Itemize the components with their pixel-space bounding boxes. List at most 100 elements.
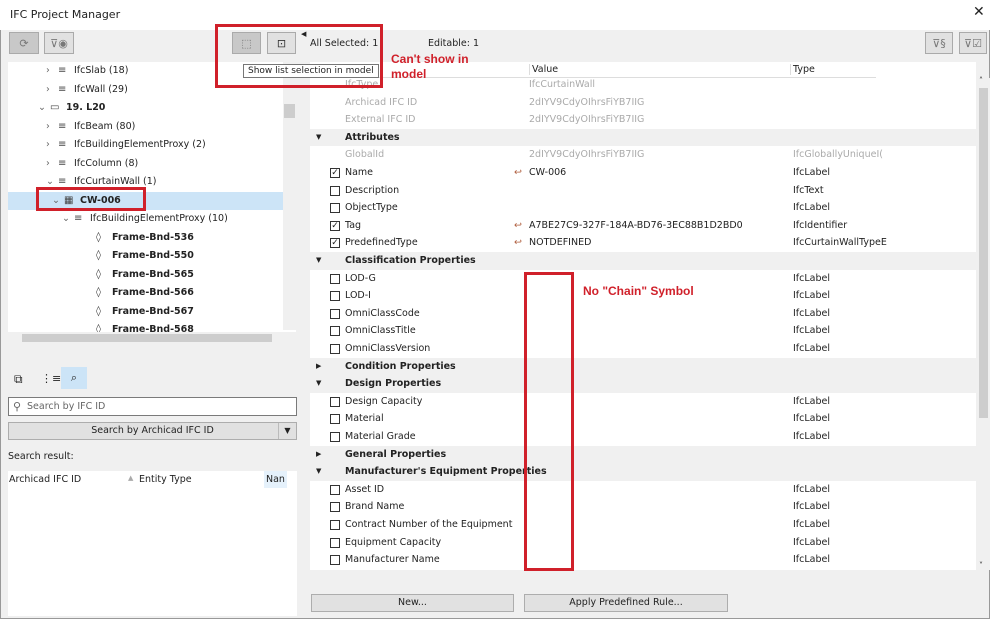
properties-hscrollbar[interactable] (310, 570, 976, 584)
tree-item[interactable]: ◊ Frame-Bnd-550 (8, 247, 284, 265)
property-row[interactable]: OmniClassTitle IfcLabel (310, 322, 976, 340)
column-archicad-ifc-id[interactable]: Archicad IFC ID (9, 474, 81, 485)
tree-item[interactable]: › ≡ IfcColumn (8) (8, 155, 284, 173)
add-icon[interactable]: ⧉ (14, 372, 23, 387)
property-checkbox[interactable]: ✓ (330, 220, 340, 231)
property-value[interactable]: CW-006 (529, 164, 566, 182)
tree-item[interactable]: ◊ Frame-Bnd-568 (8, 321, 284, 332)
dropdown-arrow-icon[interactable]: ▼ (278, 423, 296, 439)
tree-item[interactable]: › ≡ IfcBeam (80) (8, 118, 284, 136)
property-value[interactable]: 2dIYV9CdyOIhrsFiYB7IIG (529, 146, 644, 164)
tree-scrollbar[interactable] (283, 62, 296, 330)
hierarchy-icon[interactable]: ⋮≡ (41, 372, 61, 385)
expand-chevron-icon[interactable]: › (46, 155, 58, 173)
refresh-button[interactable]: ⟳ (9, 32, 39, 54)
tree-item[interactable]: ⌄ ≡ IfcBuildingElementProxy (10) (8, 210, 284, 228)
search-mode-icon[interactable]: ⌕ (61, 367, 87, 389)
column-entity-type[interactable]: Entity Type (139, 474, 192, 485)
property-type: IfcCurtainWallTypeE (793, 237, 887, 249)
property-row[interactable]: GlobalId 2dIYV9CdyOIhrsFiYB7IIG IfcGloball… (310, 146, 976, 164)
property-group[interactable]: ▼ Classification Properties (310, 252, 976, 270)
property-row[interactable]: Description IfcText (310, 182, 976, 200)
tree-item[interactable]: ◊ Frame-Bnd-565 (8, 266, 284, 284)
property-row[interactable]: ✓ Name ↩ CW-006 IfcLabel (310, 164, 976, 182)
column-type[interactable]: Type (790, 64, 815, 75)
property-checkbox[interactable]: ✓ (330, 238, 340, 249)
search-input[interactable]: ⚲ Search by IFC ID (8, 397, 297, 416)
expand-arrow-icon[interactable]: ▶ (316, 446, 321, 464)
property-checkbox[interactable] (330, 203, 340, 214)
properties-scrollbar[interactable]: ˄ ˅ (976, 76, 990, 570)
tree-item[interactable]: ◊ Frame-Bnd-566 (8, 284, 284, 302)
tree-item-label: IfcBuildingElementProxy (2) (74, 139, 206, 150)
property-checkbox[interactable] (330, 185, 340, 196)
property-row[interactable]: Asset ID IfcLabel (310, 481, 976, 499)
property-row[interactable]: External IFC ID 2dIYV9CdyOIhrsFiYB7IIG (310, 111, 976, 129)
property-row[interactable]: Material IfcLabel (310, 410, 976, 428)
expand-arrow-icon[interactable]: ▶ (316, 358, 321, 376)
property-checkbox[interactable] (330, 396, 340, 407)
property-value[interactable]: IfcCurtainWall (529, 76, 595, 94)
tree-item[interactable]: ⌄ ▭ 19. L20 (8, 99, 284, 117)
property-checkbox[interactable] (330, 414, 340, 425)
collapse-arrow-icon[interactable]: ▼ (316, 463, 321, 481)
property-checkbox[interactable] (330, 344, 340, 354)
property-group[interactable]: ▶ Condition Properties (310, 357, 976, 376)
property-row[interactable]: Design Capacity IfcLabel (310, 393, 976, 411)
property-row[interactable]: Equipment Capacity IfcLabel (310, 534, 976, 552)
expand-chevron-icon[interactable]: › (46, 136, 58, 154)
property-row[interactable]: Contract Number of the Equipment IfcLabel (310, 516, 976, 534)
property-checkbox[interactable] (330, 326, 340, 337)
property-group[interactable]: ▼ Design Properties (310, 375, 976, 393)
filter-property-button[interactable]: ⊽§ (925, 32, 953, 54)
close-button[interactable]: ✕ (973, 4, 985, 20)
property-row[interactable]: Material Grade IfcLabel (310, 428, 976, 446)
property-row[interactable]: Archicad IFC ID 2dIYV9CdyOIhrsFiYB7IIG (310, 94, 976, 112)
filter-checked-button[interactable]: ⊽☑ (959, 32, 987, 54)
search-by-archicad-id-button[interactable]: Search by Archicad IFC ID ▼ (8, 422, 297, 440)
column-value[interactable]: Value (529, 64, 558, 75)
property-group[interactable]: ▼ Manufacturer's Equipment Properties (310, 463, 976, 481)
tree-item[interactable]: ◊ Frame-Bnd-536 (8, 229, 284, 247)
property-name: OmniClassCode (345, 307, 420, 319)
collapse-arrow-icon[interactable]: ▼ (316, 252, 321, 270)
filter-view-button[interactable]: ⊽◉ (44, 32, 74, 54)
apply-predefined-rule-button[interactable]: Apply Predefined Rule... (524, 594, 728, 612)
expand-chevron-icon[interactable]: › (46, 62, 58, 80)
property-value[interactable]: A7BE27C9-327F-184A-BD76-3EC88B1D2BD0 (529, 217, 743, 235)
property-row[interactable]: ✓ PredefinedType ↩ NOTDEFINED IfcCurtainWall… (310, 234, 976, 252)
property-group[interactable]: ▼ Attributes (310, 128, 976, 147)
new-button[interactable]: New... (311, 594, 514, 612)
filter-eye-icon: ⊽◉ (50, 36, 68, 50)
tree-hscrollbar[interactable] (8, 332, 296, 344)
property-row[interactable]: OmniClassVersion IfcLabel (310, 340, 976, 358)
property-checkbox[interactable] (330, 308, 340, 319)
property-row[interactable]: ✓ Tag ↩ A7BE27C9-327F-184A-BD76-3EC88B1D2BD… (310, 217, 976, 235)
property-row[interactable]: Manufacturer Name IfcLabel (310, 551, 976, 569)
property-checkbox[interactable] (330, 273, 340, 284)
property-value[interactable]: 2dIYV9CdyOIhrsFiYB7IIG (529, 111, 644, 129)
property-row[interactable]: OmniClassCode IfcLabel (310, 305, 976, 323)
property-checkbox[interactable] (330, 291, 340, 302)
property-checkbox[interactable] (330, 502, 340, 513)
property-checkbox[interactable] (330, 520, 340, 530)
expand-chevron-icon[interactable]: › (46, 81, 58, 99)
tree-item[interactable]: ◊ Frame-Bnd-567 (8, 303, 284, 321)
tree-item[interactable]: › ≡ IfcBuildingElementProxy (2) (8, 136, 284, 154)
collapse-arrow-icon[interactable]: ▼ (316, 375, 321, 393)
property-value[interactable]: 2dIYV9CdyOIhrsFiYB7IIG (529, 94, 644, 112)
expand-chevron-icon[interactable]: › (46, 118, 58, 136)
property-checkbox[interactable]: ✓ (330, 168, 340, 178)
property-row[interactable]: Brand Name IfcLabel (310, 498, 976, 516)
property-value[interactable]: NOTDEFINED (529, 234, 591, 252)
column-name[interactable]: Nan (264, 471, 287, 488)
property-checkbox[interactable] (330, 432, 340, 442)
property-checkbox[interactable] (330, 555, 340, 566)
property-group[interactable]: ▶ General Properties (310, 445, 976, 464)
collapse-arrow-icon[interactable]: ▼ (316, 129, 321, 147)
expand-chevron-icon[interactable]: ⌄ (38, 99, 50, 117)
property-checkbox[interactable] (330, 537, 340, 548)
property-checkbox[interactable] (330, 484, 340, 495)
expand-chevron-icon[interactable]: ⌄ (62, 210, 74, 228)
property-row[interactable]: ObjectType IfcLabel (310, 199, 976, 217)
